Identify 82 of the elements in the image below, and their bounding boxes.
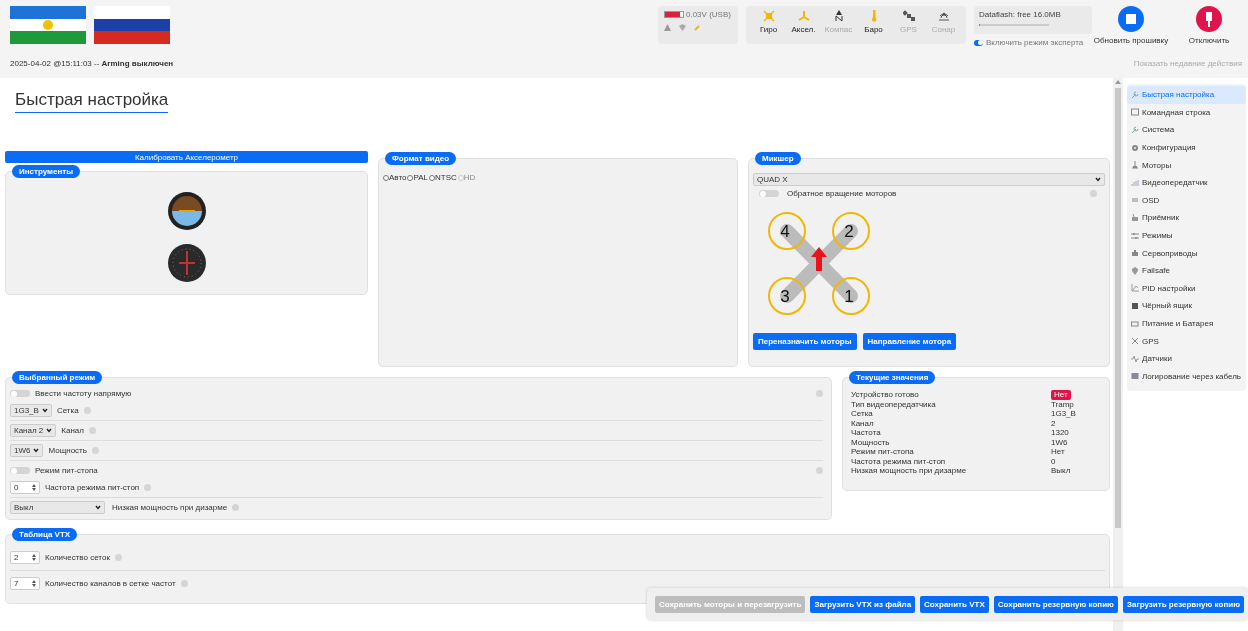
value-text: Tramp	[1051, 399, 1075, 409]
field-label: Частота режима пит-стоп	[45, 483, 140, 492]
status-text: 2025-04-02 @15:11:03 -- Arming выключен	[10, 58, 174, 68]
field-label: Мощность	[48, 446, 87, 455]
sidebar-item[interactable]: Сервоприводы	[1127, 244, 1246, 262]
number-field[interactable]: 0	[10, 481, 40, 494]
sidebar-item[interactable]: Быстрая настройка	[1127, 86, 1246, 104]
panel-title: Формат видео	[385, 152, 457, 165]
value-label: Низкая мощность при дизарме	[851, 466, 968, 476]
value-label: Частота	[851, 428, 882, 438]
value-label: Устройство готово	[851, 390, 920, 400]
sensor-label: Гиро	[759, 25, 778, 34]
action-button[interactable]: Загрузить VTX из файла	[810, 595, 916, 613]
sidebar-item[interactable]: Видеопередатчик	[1127, 173, 1246, 192]
expert-mode-label: Включить режим эксперта	[986, 38, 1084, 47]
flash-firmware-button[interactable]: Обновить прошивку	[1092, 6, 1170, 45]
panel-title: Таблица VTX	[12, 528, 78, 541]
value-label: Сетка	[851, 409, 874, 419]
number-field[interactable]: 7	[10, 577, 40, 590]
number-field[interactable]: 2	[10, 551, 40, 564]
dropdown-select[interactable]: Выкл	[10, 501, 105, 514]
panel-title: Текущие значения	[849, 371, 936, 384]
value-text: Выкл	[1051, 466, 1072, 476]
calibrate-button[interactable]: Калибровать Акселерометр	[5, 151, 368, 163]
sidebar-item[interactable]: GPS	[1127, 332, 1246, 350]
field-label: Сетка	[56, 406, 79, 415]
mixer-button[interactable]: Переназначить моторы	[753, 333, 857, 350]
sensor-label: Компас	[824, 25, 853, 34]
dropdown-select[interactable]: 1W6	[10, 444, 44, 457]
field-label: Канал	[61, 426, 84, 435]
sidebar-item[interactable]: Питание и Батарея	[1127, 314, 1246, 333]
radio-label: Авто	[389, 173, 407, 182]
dataflash-label: Dataflash: free 16.0MB	[979, 10, 1062, 19]
value-label: Мощность	[851, 437, 891, 447]
dropdown-select[interactable]: Канал 2	[10, 424, 57, 437]
sidebar-item[interactable]: Логирование через кабель	[1127, 367, 1246, 386]
value-label: Канал	[851, 418, 875, 428]
quad-x-drawing: 4 2 3 1	[755, 201, 890, 329]
reverse-motors-label: Обратное вращение моторов	[787, 189, 897, 198]
battery-reading: 0.03V (USB)	[686, 10, 731, 19]
action-button[interactable]: Сохранить VTX	[920, 595, 989, 613]
sidebar-item[interactable]: Система	[1127, 121, 1246, 139]
value-text: 2	[1051, 418, 1057, 428]
action-button[interactable]: Загрузить резервную копию	[1122, 595, 1244, 613]
radio-label: NTSC	[434, 173, 457, 182]
value-text: 1W6	[1051, 437, 1069, 447]
sensor-label: Аксел.	[791, 25, 816, 34]
field-label: Количество каналов в сетке частот	[45, 579, 176, 588]
radio-label: PAL	[413, 173, 428, 182]
value-label: Тип видеопередатчика	[851, 399, 937, 409]
field-label: Количество сеток	[45, 553, 110, 562]
sidebar-item[interactable]: Моторы	[1127, 156, 1246, 174]
sensor-label: Баро	[864, 25, 883, 34]
sidebar-item[interactable]: Чёрный ящик	[1127, 297, 1246, 315]
field-label: Низкая мощность при дизарме	[112, 503, 228, 512]
action-button[interactable]: Сохранить резервную копию	[993, 595, 1118, 613]
dropdown-select[interactable]: 1G3_B	[10, 404, 52, 417]
value-text: 1G3_B	[1051, 409, 1077, 419]
radio-label: HD	[463, 173, 476, 182]
sidebar-item[interactable]: PID настройки	[1127, 279, 1246, 298]
sidebar-item[interactable]: Конфигурация	[1127, 138, 1246, 157]
sidebar-item[interactable]: Приёмник	[1127, 209, 1246, 227]
status-badge: Нет	[1051, 390, 1071, 400]
sidebar-item[interactable]: OSD	[1127, 191, 1246, 210]
panel-title: Микшер	[755, 152, 801, 165]
field-label: Режим пит-стопа	[35, 466, 98, 475]
panel-title: Выбранный режим	[12, 371, 103, 384]
value-label: Режим пит-стопа	[851, 447, 915, 457]
mixer-select[interactable]: QUAD X	[753, 173, 1105, 186]
sidebar-item[interactable]: Датчики	[1127, 349, 1246, 368]
mixer-button[interactable]: Направление мотора	[862, 333, 957, 350]
disconnect-button[interactable]: Отключить	[1170, 6, 1248, 45]
value-text: 1320	[1051, 428, 1070, 438]
sidebar-item[interactable]: Failsafe	[1127, 261, 1246, 280]
value-label: Частота режима пит-стоп	[851, 456, 947, 466]
value-text: Нет	[1051, 447, 1066, 457]
panel-title: Инструменты	[12, 165, 81, 178]
page-title: Быстрая настройка	[15, 90, 169, 113]
value-text: 0	[1051, 456, 1057, 466]
sidebar-item[interactable]: Режимы	[1127, 226, 1246, 245]
sidebar-item[interactable]: Командная строка	[1127, 103, 1246, 122]
field-label: Ввести частоту напрямую	[35, 389, 132, 398]
